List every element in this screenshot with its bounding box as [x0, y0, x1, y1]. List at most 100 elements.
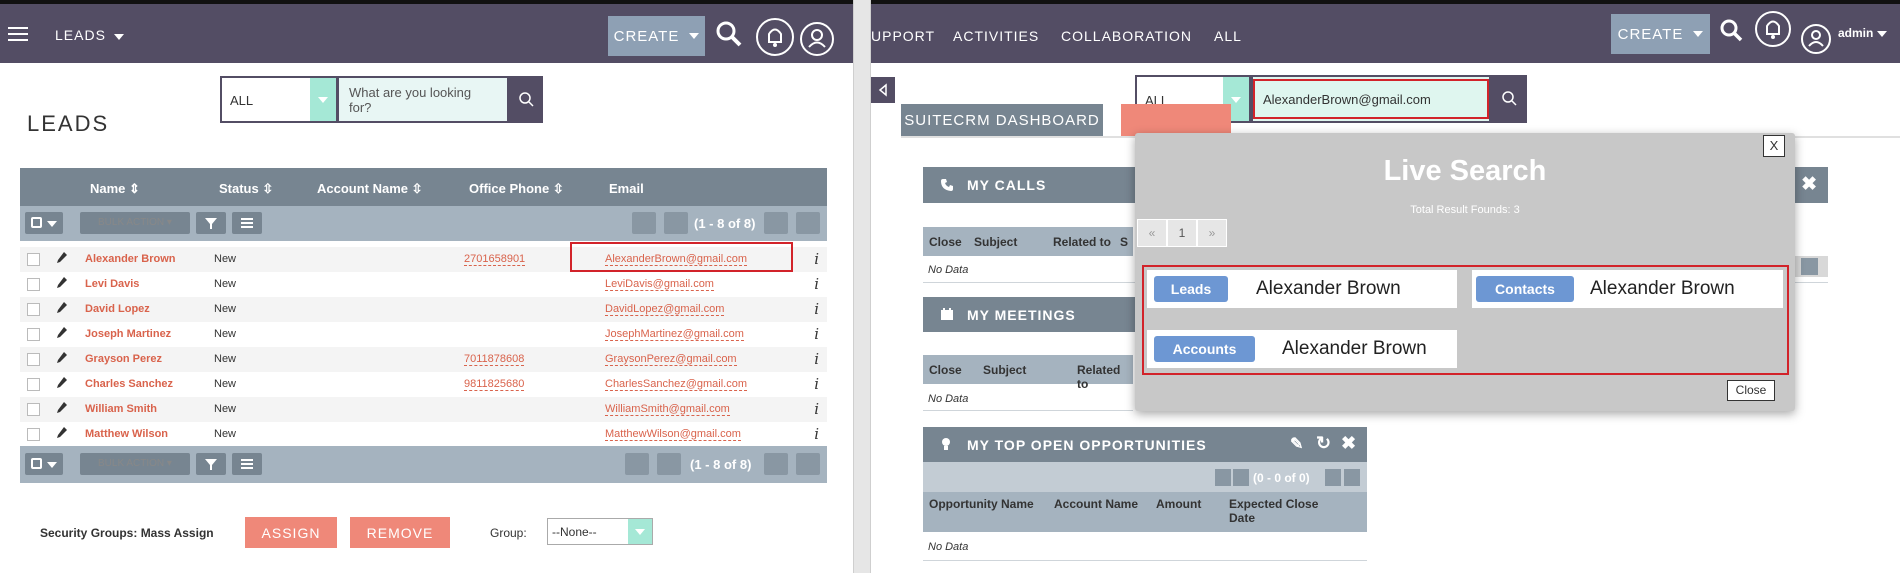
- pencil-icon[interactable]: [57, 302, 67, 314]
- nav-all[interactable]: ALL: [1214, 28, 1242, 44]
- next-page-button[interactable]: »: [1197, 219, 1227, 247]
- first-page-button[interactable]: [1215, 469, 1231, 486]
- pencil-icon[interactable]: [57, 402, 67, 414]
- lead-name-link[interactable]: William Smith: [85, 403, 157, 415]
- info-icon[interactable]: i: [814, 350, 819, 368]
- row-checkbox[interactable]: [27, 403, 40, 416]
- lead-email-link[interactable]: JosephMartinez@gmail.com: [605, 328, 744, 341]
- info-icon[interactable]: i: [814, 300, 819, 318]
- edit-icon[interactable]: ✎: [1290, 434, 1304, 454]
- bulk-action-button[interactable]: BULK ACTION ▾: [80, 453, 190, 475]
- last-page-button[interactable]: [1344, 469, 1360, 486]
- row-checkbox[interactable]: [27, 278, 40, 291]
- prev-page-button[interactable]: [1233, 469, 1249, 486]
- table-row[interactable]: Joseph Martinez New JosephMartinez@gmail.c…: [20, 322, 827, 347]
- next-page-button[interactable]: [1801, 258, 1818, 275]
- pencil-icon[interactable]: [57, 427, 67, 439]
- lead-email-link[interactable]: WilliamSmith@gmail.com: [605, 403, 730, 416]
- pencil-icon[interactable]: [57, 377, 67, 389]
- assign-button[interactable]: ASSIGN: [245, 517, 337, 548]
- lead-name-link[interactable]: David Lopez: [85, 303, 150, 315]
- lead-email-link[interactable]: DavidLopez@gmail.com: [605, 303, 725, 316]
- col-close[interactable]: Close: [929, 235, 962, 249]
- search-button[interactable]: [1491, 75, 1527, 123]
- create-button[interactable]: CREATE: [1611, 14, 1710, 54]
- col-amount[interactable]: Amount: [1156, 497, 1201, 511]
- row-checkbox[interactable]: [27, 353, 40, 366]
- next-page-button[interactable]: [1325, 469, 1341, 486]
- lead-phone-link[interactable]: 7011878608: [464, 353, 525, 366]
- notifications-bell-icon[interactable]: [1755, 11, 1791, 47]
- lead-name-link[interactable]: Charles Sanchez: [85, 378, 173, 390]
- column-chooser-icon[interactable]: [232, 212, 262, 234]
- nav-support[interactable]: UPPORT: [871, 28, 935, 44]
- col-status[interactable]: S: [1120, 235, 1128, 249]
- table-row[interactable]: Charles Sanchez New 9811825680 CharlesSanch…: [20, 372, 827, 397]
- info-icon[interactable]: i: [814, 325, 819, 343]
- notifications-bell-icon[interactable]: [756, 18, 794, 56]
- col-expected-close-date[interactable]: Expected Close Date: [1229, 497, 1329, 525]
- lead-email-link[interactable]: GraysonPerez@gmail.com: [605, 353, 737, 366]
- lead-name-link[interactable]: Alexander Brown: [85, 253, 175, 265]
- select-all-checkbox[interactable]: [25, 453, 63, 475]
- pencil-icon[interactable]: [57, 327, 67, 339]
- col-related-to[interactable]: Related to: [1053, 235, 1111, 249]
- row-checkbox[interactable]: [27, 428, 40, 441]
- search-input[interactable]: What are you looking for?: [337, 76, 509, 123]
- create-button[interactable]: CREATE: [608, 16, 705, 56]
- next-page-button[interactable]: [764, 212, 788, 234]
- group-select[interactable]: --None--: [547, 518, 653, 545]
- close-icon[interactable]: ✖: [1341, 433, 1357, 454]
- row-checkbox[interactable]: [27, 253, 40, 266]
- close-button[interactable]: Close: [1727, 380, 1775, 401]
- table-row[interactable]: David Lopez New DavidLopez@gmail.com i: [20, 297, 827, 322]
- lead-email-link[interactable]: LeviDavis@gmail.com: [605, 278, 714, 291]
- remove-button[interactable]: REMOVE: [350, 517, 450, 548]
- col-email[interactable]: Email: [609, 181, 644, 196]
- close-x-button[interactable]: X: [1763, 135, 1785, 157]
- lead-name-link[interactable]: Grayson Perez: [85, 353, 162, 365]
- lead-name-link[interactable]: Levi Davis: [85, 278, 139, 290]
- filter-icon[interactable]: [196, 453, 226, 475]
- col-account-name[interactable]: Account Name ⇳: [317, 181, 423, 197]
- info-icon[interactable]: i: [814, 250, 819, 268]
- user-avatar-icon[interactable]: [1801, 24, 1831, 54]
- pencil-icon[interactable]: [57, 352, 67, 364]
- col-account-name[interactable]: Account Name: [1054, 497, 1138, 511]
- info-icon[interactable]: i: [814, 375, 819, 393]
- search-icon[interactable]: [715, 20, 743, 48]
- info-icon[interactable]: i: [814, 275, 819, 293]
- nav-activities[interactable]: ACTIVITIES: [953, 28, 1039, 44]
- search-icon[interactable]: [1719, 18, 1745, 44]
- col-close[interactable]: Close: [929, 363, 962, 377]
- lead-email-link[interactable]: MatthewWilson@gmail.com: [605, 428, 741, 441]
- filter-select[interactable]: ALL: [220, 76, 338, 123]
- prev-page-button[interactable]: «: [1137, 219, 1167, 247]
- nav-collaboration[interactable]: COLLABORATION: [1061, 28, 1192, 44]
- next-page-button[interactable]: [764, 453, 788, 475]
- hamburger-icon[interactable]: [8, 27, 28, 41]
- first-page-button[interactable]: [625, 453, 649, 475]
- bulk-action-button[interactable]: BULK ACTION ▾: [80, 212, 190, 234]
- tab-active[interactable]: [1121, 104, 1231, 136]
- column-chooser-icon[interactable]: [232, 453, 262, 475]
- col-opportunity-name[interactable]: Opportunity Name: [929, 497, 1034, 511]
- row-checkbox[interactable]: [27, 328, 40, 341]
- lead-name-link[interactable]: Matthew Wilson: [85, 428, 168, 440]
- table-row[interactable]: Grayson Perez New 7011878608 GraysonPerez@g…: [20, 347, 827, 372]
- close-icon[interactable]: ✖: [1801, 173, 1818, 196]
- lead-name-link[interactable]: Joseph Martinez: [85, 328, 171, 340]
- lead-phone-link[interactable]: 9811825680: [464, 378, 525, 391]
- user-avatar-icon[interactable]: [800, 22, 834, 56]
- col-subject[interactable]: Subject: [983, 363, 1026, 377]
- filter-icon[interactable]: [196, 212, 226, 234]
- table-row[interactable]: William Smith New WilliamSmith@gmail.com i: [20, 397, 827, 422]
- pencil-icon[interactable]: [57, 277, 67, 289]
- col-name[interactable]: Name ⇕: [90, 181, 140, 197]
- row-checkbox[interactable]: [27, 378, 40, 391]
- pencil-icon[interactable]: [57, 252, 67, 264]
- last-page-button[interactable]: [796, 453, 820, 475]
- row-checkbox[interactable]: [27, 303, 40, 316]
- col-office-phone[interactable]: Office Phone ⇳: [469, 181, 564, 197]
- tab-suitecrm-dashboard[interactable]: SUITECRM DASHBOARD: [901, 104, 1103, 136]
